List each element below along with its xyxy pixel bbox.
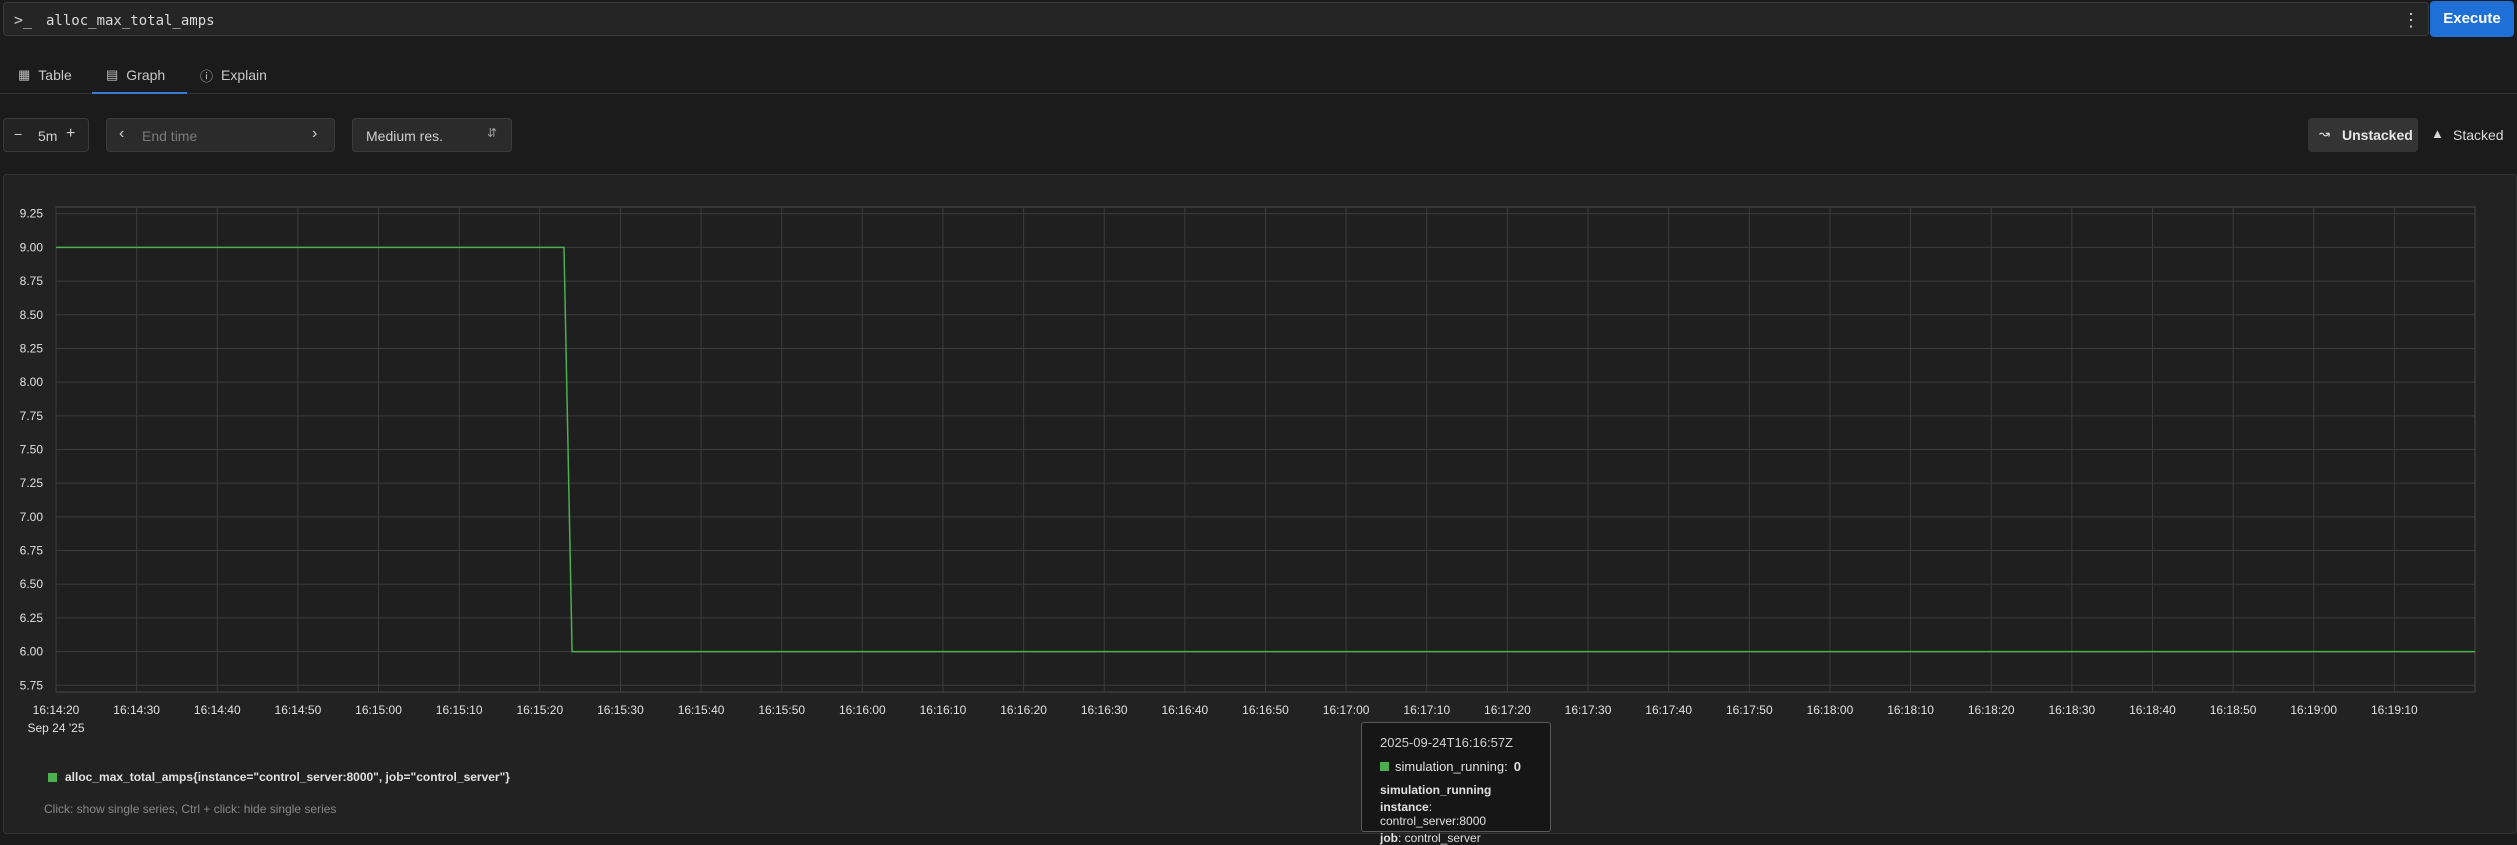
x-tick-label: 16:15:50 (758, 703, 805, 717)
y-tick-label: 9.00 (20, 240, 44, 254)
x-tick-label: 16:16:20 (1000, 703, 1047, 717)
line-chart[interactable]: 9.25 9.00 8.75 8.50 8.25 8.00 7.75 7.50 7.25 7.00… (0, 0, 2517, 760)
x-tick-label: 16:17:50 (1726, 703, 1773, 717)
x-tick-label: 16:15:40 (678, 703, 725, 717)
x-tick-label: 16:17:40 (1645, 703, 1692, 717)
y-tick-label: 6.50 (20, 577, 44, 591)
x-tick-label: 16:16:30 (1081, 703, 1128, 717)
x-tick-label: 16:18:20 (1968, 703, 2015, 717)
y-tick-label: 6.00 (20, 645, 44, 659)
x-tick-label: 16:14:30 (113, 703, 160, 717)
x-tick-label: 16:16:40 (1162, 703, 1209, 717)
x-tick-label: 16:14:40 (194, 703, 241, 717)
x-tick-label: 16:18:30 (2048, 703, 2095, 717)
tooltip-instance: instance: control_server:8000 (1380, 800, 1532, 828)
y-tick-label: 7.50 (20, 443, 44, 457)
y-tick-label: 9.25 (20, 207, 44, 221)
y-tick-label: 5.75 (20, 678, 44, 692)
tooltip-metric-name: simulation_running (1380, 783, 1492, 797)
x-tick-label: 16:14:50 (275, 703, 322, 717)
x-tick-label: 16:17:20 (1484, 703, 1531, 717)
y-tick-label: 7.25 (20, 476, 44, 490)
x-tick-label: 16:14:20 (33, 703, 80, 717)
x-tick-label: 16:17:00 (1323, 703, 1370, 717)
x-tick-label: 16:19:00 (2290, 703, 2337, 717)
tooltip-job: job: control_server (1380, 831, 1532, 845)
x-tick-label: 16:16:10 (920, 703, 967, 717)
tooltip-job-key: job (1380, 831, 1398, 845)
legend-item[interactable]: alloc_max_total_amps{instance="control_s… (48, 770, 510, 784)
legend-label: alloc_max_total_amps{instance="control_s… (65, 770, 510, 784)
y-tick-label: 6.25 (20, 611, 44, 625)
y-tick-label: 8.00 (20, 375, 44, 389)
x-tick-label: 16:15:10 (436, 703, 483, 717)
x-tick-label: 16:19:10 (2371, 703, 2418, 717)
tooltip-series-row: simulation_running: 0 (1380, 759, 1532, 774)
legend-swatch (48, 772, 57, 782)
y-tick-label: 8.25 (20, 341, 44, 355)
hover-tooltip: 2025-09-24T16:16:57Z simulation_running:… (1361, 722, 1551, 845)
tooltip-job-value: : control_server (1398, 831, 1481, 845)
y-tick-label: 6.75 (20, 544, 44, 558)
tooltip-instance-key: instance (1380, 800, 1429, 814)
x-tick-label: 16:18:10 (1887, 703, 1934, 717)
y-tick-label: 8.75 (20, 274, 44, 288)
x-tick-label: 16:15:00 (355, 703, 402, 717)
y-tick-label: 7.00 (20, 510, 44, 524)
x-tick-label: 16:17:30 (1565, 703, 1612, 717)
x-tick-label: 16:18:40 (2129, 703, 2176, 717)
x-tick-label: 16:18:00 (1807, 703, 1854, 717)
tooltip-series-label: simulation_running: (1395, 759, 1508, 774)
tooltip-swatch (1380, 762, 1389, 771)
tooltip-timestamp: 2025-09-24T16:16:57Z (1380, 735, 1513, 750)
x-tick-label: 16:16:50 (1242, 703, 1289, 717)
x-tick-label: 16:18:50 (2210, 703, 2257, 717)
x-tick-label: 16:16:00 (839, 703, 886, 717)
tooltip-series-value: 0 (1513, 759, 1521, 774)
y-tick-label: 8.50 (20, 308, 44, 322)
x-tick-label: 16:15:20 (516, 703, 563, 717)
x-date-label: Sep 24 '25 (27, 721, 84, 735)
x-tick-label: 16:15:30 (597, 703, 644, 717)
x-tick-label: 16:17:10 (1403, 703, 1450, 717)
legend-hint: Click: show single series, Ctrl + click:… (44, 802, 337, 816)
y-tick-label: 7.75 (20, 409, 44, 423)
